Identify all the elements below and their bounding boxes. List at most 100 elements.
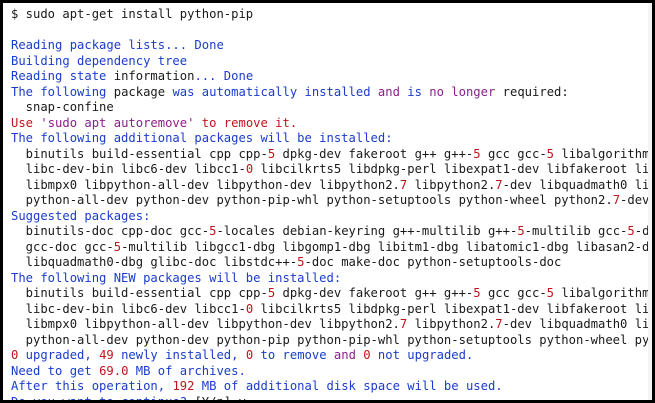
terminal-line: After this operation, 192 MB of addition… bbox=[11, 379, 652, 395]
terminal-text: $ sudo apt-get install python-pip bbox=[11, 7, 254, 21]
terminal-line: libmpx0 libpython-all-dev libpython-dev … bbox=[11, 177, 652, 194]
terminal-text: libalgorithm-di bbox=[561, 286, 652, 300]
terminal-text: 'sudo apt autoremove' bbox=[40, 115, 195, 130]
terminal-line: Building dependency tree bbox=[11, 53, 652, 70]
terminal-text: libcilkrts5 libdpkg-perl libexpat1-dev l… bbox=[253, 162, 653, 176]
terminal-text: gcc gcc- bbox=[480, 146, 547, 161]
terminal-line: binutils build-essential cpp cpp- 5 dpkg-… bbox=[11, 286, 652, 302]
terminal-text: The following NEW packages will be insta… bbox=[11, 270, 342, 285]
terminal-text: The following additional packages will b… bbox=[11, 131, 393, 145]
terminal-text: Building dependency tree bbox=[11, 53, 188, 68]
terminal-line: libc-dev-bin libc6-dev libcc1-0 libcilkr… bbox=[11, 301, 653, 318]
terminal-text: 7 bbox=[495, 177, 503, 192]
terminal-text: libquadmath0-dbg glibc-doc libstdc++- bbox=[11, 255, 298, 269]
terminal-text: not upgraded. bbox=[370, 348, 474, 362]
terminal-text: 7 bbox=[495, 317, 503, 331]
terminal-text: 0 bbox=[363, 348, 371, 362]
terminal-text: 192 bbox=[172, 379, 195, 393]
terminal-text: dpkg-dev fakeroot g++ g++- bbox=[275, 286, 474, 300]
terminal-line: The following NEW packages will be insta… bbox=[11, 270, 652, 287]
terminal-line: python-all-dev python-dev python-pip pyt… bbox=[11, 332, 653, 349]
command-line: $ sudo apt-get install python-pip bbox=[11, 7, 652, 23]
terminal-text: -dev bbox=[620, 193, 650, 207]
terminal-text: Use bbox=[11, 115, 41, 130]
terminal-text: After this operation, bbox=[11, 379, 173, 393]
terminal-line: Reading package lists... Done bbox=[11, 38, 652, 54]
terminal-text: to remove bbox=[253, 348, 334, 362]
terminal-line: binutils build-essential cpp cpp- 5 dpkg-… bbox=[11, 146, 652, 163]
terminal-line: 0 upgraded, 49 newly installed, 0 to rem… bbox=[11, 348, 652, 364]
terminal-text: gcc-doc gcc- bbox=[11, 239, 114, 254]
terminal-line: Reading state information... Done bbox=[11, 69, 652, 85]
terminal-output[interactable]: $ sudo apt-get install python-pip Reading… bbox=[11, 7, 653, 401]
terminal-text: -multilib gcc- bbox=[524, 224, 628, 238]
terminal-text: 5 bbox=[517, 224, 525, 238]
terminal-text: MB of additional disk space will be used… bbox=[194, 379, 503, 393]
terminal-text: -doc make-doc python-setuptools-doc bbox=[304, 255, 562, 269]
terminal-text: 5 bbox=[627, 224, 635, 238]
terminal-text: binutils build-essential cpp cpp- bbox=[11, 286, 268, 300]
terminal-text: MB of archives. bbox=[128, 363, 246, 378]
terminal-text: no longer bbox=[429, 84, 496, 99]
terminal-text: libc-dev-bin libc6-dev libcc1- bbox=[11, 162, 246, 176]
terminal-text: upgraded, bbox=[18, 348, 100, 362]
terminal-text: binutils build-essential cpp cpp- bbox=[11, 146, 268, 161]
terminal-text: -dev libquadmath0 libst bbox=[502, 317, 652, 331]
terminal-text: -multilib libgcc1-dbg libgomp1-dbg libit… bbox=[121, 239, 653, 254]
terminal-text: python-all-dev python-dev python-pip pyt… bbox=[11, 332, 653, 347]
terminal-text: to remove it. bbox=[194, 115, 298, 130]
terminal-line: python-all-dev python-dev python-pip-whl… bbox=[11, 193, 652, 209]
terminal-line: Need to get 69.0 MB of archives. bbox=[11, 363, 652, 380]
terminal-text: 5 bbox=[473, 146, 481, 161]
terminal-text: Suggested packages: bbox=[11, 208, 151, 223]
terminal-text: and bbox=[377, 84, 400, 99]
terminal-line: Use 'sudo apt autoremove' to remove it. bbox=[11, 115, 652, 132]
terminal-text: was automatically installed bbox=[165, 84, 378, 99]
terminal-text: snap-confine bbox=[11, 100, 114, 114]
terminal-text: [Y/n] y bbox=[194, 395, 245, 401]
terminal-text: newly installed, bbox=[113, 348, 246, 362]
terminal-window[interactable]: $ sudo apt-get install python-pip Reading… bbox=[2, 2, 653, 401]
terminal-text: libalgorithm-di bbox=[561, 146, 652, 161]
terminal-text: The following bbox=[11, 84, 114, 99]
terminal-text: package bbox=[113, 84, 166, 99]
scrollbar[interactable] bbox=[648, 3, 652, 400]
terminal-line: gcc-doc gcc-5-multilib libgcc1-dbg libgo… bbox=[11, 239, 653, 256]
terminal-line: libmpx0 libpython-all-dev libpython-dev … bbox=[11, 317, 652, 333]
terminal-text: and bbox=[333, 348, 356, 362]
terminal-line: The following additional packages will b… bbox=[11, 131, 652, 147]
terminal-text: Do you want to continue? bbox=[11, 395, 194, 401]
terminal-line: libquadmath0-dbg glibc-doc libstdc++-5-d… bbox=[11, 255, 652, 271]
terminal-text: 49 bbox=[99, 348, 114, 362]
terminal-text: libpython2. bbox=[407, 317, 496, 331]
terminal-text: 5 bbox=[297, 255, 305, 269]
terminal-line: libc-dev-bin libc6-dev libcc1-0 libcilkr… bbox=[11, 162, 653, 178]
terminal-text: 5 bbox=[113, 239, 122, 254]
terminal-text: 69.0 bbox=[99, 363, 129, 378]
terminal-text: libpython2. bbox=[407, 177, 496, 192]
terminal-text: 7 bbox=[612, 193, 621, 207]
terminal-text: Reading state bbox=[11, 69, 114, 83]
terminal-text: python-all-dev python-dev python-pip-whl… bbox=[11, 193, 613, 207]
terminal-text: libc-dev-bin libc6-dev libcc1- bbox=[11, 301, 246, 316]
terminal-text: information bbox=[113, 69, 195, 83]
terminal-text: libmpx0 libpython-all-dev libpython-dev … bbox=[11, 177, 400, 192]
terminal-text: -dev libquadmath0 libst bbox=[502, 177, 652, 192]
terminal-text: libcilkrts5 libdpkg-perl libexpat1-dev l… bbox=[253, 301, 653, 316]
terminal-text: required: bbox=[495, 84, 569, 99]
terminal-text: dpkg-dev fakeroot g++ g++- bbox=[275, 146, 474, 161]
terminal-line: The following package was automatically … bbox=[11, 84, 652, 101]
terminal-line: snap-confine bbox=[11, 100, 652, 116]
terminal-text: gcc gcc- bbox=[480, 286, 547, 300]
terminal-text: Need to get bbox=[11, 363, 100, 378]
terminal-text: is bbox=[399, 84, 430, 99]
terminal-text: binutils-doc cpp-doc gcc- bbox=[11, 224, 210, 238]
terminal-text: 5 bbox=[473, 286, 481, 300]
terminal-text: -locales debian-keyring g++-multilib g++… bbox=[216, 224, 518, 238]
terminal-line: Do you want to continue? [Y/n] y bbox=[11, 395, 652, 401]
terminal-line: Suggested packages: bbox=[11, 208, 652, 225]
terminal-text: 5 bbox=[546, 286, 555, 300]
terminal-text: ... Done bbox=[194, 69, 254, 83]
terminal-text: libmpx0 libpython-all-dev libpython-dev … bbox=[11, 317, 400, 331]
